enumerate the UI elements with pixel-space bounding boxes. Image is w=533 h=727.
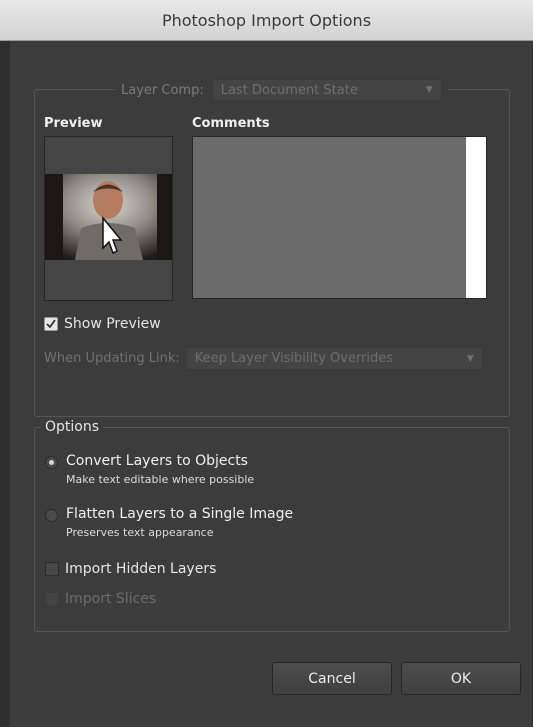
flatten-layers-sublabel: Preserves text appearance	[66, 526, 214, 539]
dropdown-arrow-icon: ▼	[466, 353, 474, 364]
dialog-title: Photoshop Import Options	[161, 10, 372, 30]
show-preview-row[interactable]: Show Preview	[44, 316, 161, 332]
updating-link-row: When Updating Link: Keep Layer Visibilit…	[44, 347, 483, 370]
comments-area[interactable]	[192, 136, 487, 299]
layer-comp-select[interactable]: Last Document State ▼	[211, 79, 442, 101]
convert-layers-radio[interactable]	[45, 456, 58, 469]
flatten-layers-option[interactable]: Flatten Layers to a Single Image Preserv…	[45, 506, 293, 539]
options-title: Options	[41, 419, 104, 435]
updating-link-label: When Updating Link:	[44, 351, 180, 366]
show-preview-label: Show Preview	[64, 316, 161, 332]
comments-scrollbar[interactable]	[466, 137, 486, 298]
layer-comp-value: Last Document State	[220, 82, 358, 98]
comments-header: Comments	[192, 116, 270, 131]
import-hidden-checkbox[interactable]	[45, 562, 59, 576]
import-slices-checkbox	[45, 592, 59, 606]
updating-link-value: Keep Layer Visibility Overrides	[194, 351, 394, 366]
import-slices-row: Import Slices	[45, 591, 156, 607]
cancel-button[interactable]: Cancel	[272, 662, 392, 695]
flatten-layers-label: Flatten Layers to a Single Image	[66, 506, 294, 522]
convert-layers-label: Convert Layers to Objects	[66, 453, 248, 469]
preview-header: Preview	[44, 116, 103, 131]
import-slices-label: Import Slices	[65, 591, 157, 607]
checkmark-icon	[46, 319, 56, 329]
import-options-dialog: Layer Comp: Last Document State ▼ Previe…	[10, 41, 532, 727]
show-preview-checkbox[interactable]	[44, 317, 58, 331]
import-hidden-label: Import Hidden Layers	[65, 561, 217, 577]
dialog-title-bar: Photoshop Import Options	[0, 0, 533, 41]
layer-comp-label: Layer Comp:	[121, 82, 204, 98]
preview-thumbnail	[44, 136, 173, 301]
options-group: Options Convert Layers to Objects Make t…	[34, 419, 510, 632]
preview-image	[45, 174, 172, 260]
updating-link-select[interactable]: Keep Layer Visibility Overrides ▼	[185, 347, 483, 370]
import-hidden-row[interactable]: Import Hidden Layers	[45, 561, 216, 577]
ok-button[interactable]: OK	[401, 662, 521, 695]
radio-dot-icon	[49, 460, 54, 465]
convert-layers-sublabel: Make text editable where possible	[66, 473, 255, 486]
layer-comp-row: Layer Comp: Last Document State ▼	[115, 77, 448, 103]
dropdown-arrow-icon: ▼	[425, 85, 433, 95]
preview-photo-graphic	[45, 174, 172, 260]
flatten-layers-radio[interactable]	[45, 509, 58, 522]
convert-layers-option[interactable]: Convert Layers to Objects Make text edit…	[45, 453, 254, 486]
